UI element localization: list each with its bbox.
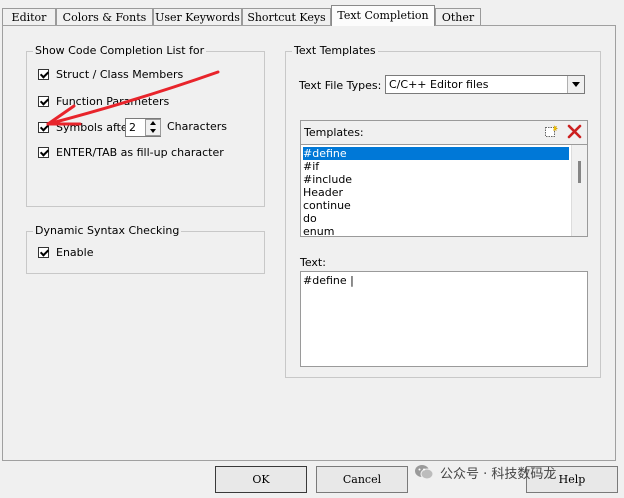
list-item[interactable]: #define <box>303 147 569 160</box>
list-item[interactable]: continue <box>303 199 351 212</box>
delete-template-icon[interactable] <box>567 124 582 139</box>
list-item[interactable]: #include <box>303 173 352 186</box>
scrollbar-thumb[interactable] <box>578 161 581 183</box>
file-types-label: Text File Types: <box>299 79 382 92</box>
watermark-text: 公众号 · 科技数码龙 <box>440 467 557 482</box>
template-text-area[interactable]: #define | <box>300 271 588 367</box>
text-label: Text: <box>300 256 326 269</box>
list-item[interactable]: do <box>303 212 317 225</box>
tab-colors-fonts[interactable]: Colors & Fonts <box>56 8 153 25</box>
list-item[interactable]: Header <box>303 186 343 199</box>
templates-header: Templates: <box>300 120 588 145</box>
syntax-checking-legend: Dynamic Syntax Checking <box>33 224 182 237</box>
code-completion-legend: Show Code Completion List for <box>33 44 207 57</box>
cancel-button[interactable]: Cancel <box>316 466 408 493</box>
templates-scrollbar[interactable] <box>571 145 587 236</box>
enable-syntax-label: Enable <box>56 246 94 259</box>
text-templates-legend: Text Templates <box>292 44 378 57</box>
tab-user-keywords[interactable]: User Keywords <box>153 8 242 25</box>
list-item[interactable]: #if <box>303 160 319 173</box>
wechat-logo-icon <box>414 463 434 481</box>
template-text-value: #define | <box>303 274 354 287</box>
file-types-value: C/C++ Editor files <box>389 78 489 91</box>
list-item[interactable]: enum <box>303 225 334 236</box>
tab-editor[interactable]: Editor <box>2 8 56 25</box>
templates-header-label: Templates: <box>304 126 364 139</box>
chevron-down-icon[interactable] <box>567 76 584 93</box>
enter-tab-label: ENTER/TAB as fill-up character <box>56 146 224 159</box>
tab-text-completion[interactable]: Text Completion <box>331 5 435 26</box>
ok-button[interactable]: OK <box>215 466 307 493</box>
tab-shortcut-keys[interactable]: Shortcut Keys <box>242 8 331 25</box>
tab-bar: Editor Colors & Fonts User Keywords Shor… <box>0 0 624 26</box>
enable-syntax-checkbox[interactable] <box>38 247 49 258</box>
enter-tab-checkbox[interactable] <box>38 147 49 158</box>
annotation-arrow-icon <box>46 70 220 126</box>
templates-list[interactable]: #define #if #include Header continue do … <box>300 144 588 237</box>
file-types-combo[interactable]: C/C++ Editor files <box>385 75 585 94</box>
new-template-icon[interactable] <box>544 125 559 138</box>
tab-other[interactable]: Other <box>435 8 481 25</box>
